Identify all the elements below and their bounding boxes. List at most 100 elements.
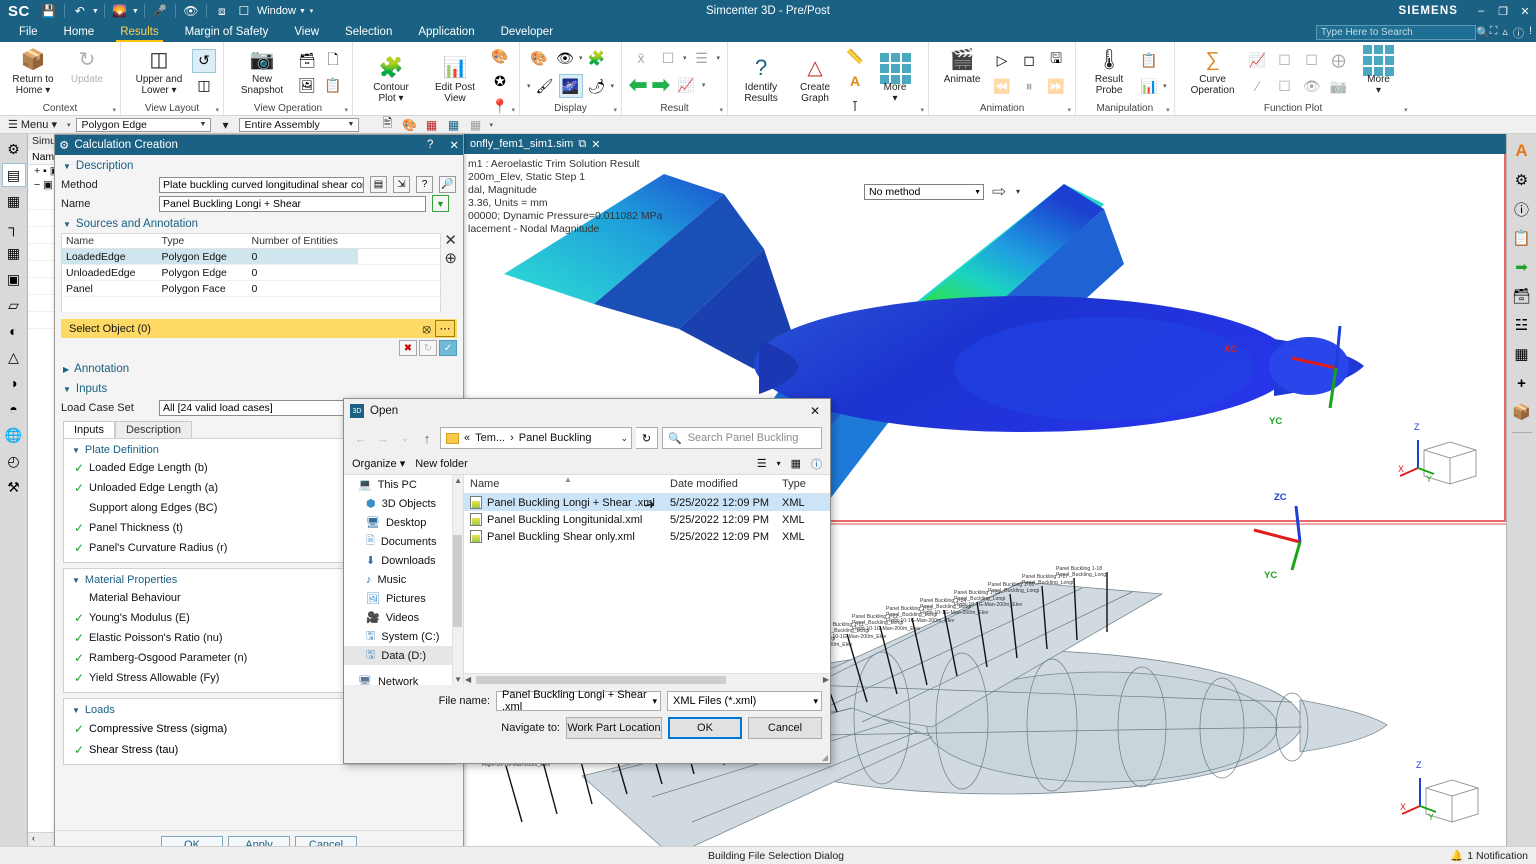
table-row[interactable]: LoadedEdge Polygon Edge 0	[62, 249, 441, 265]
help-icon[interactable]: ⓘ	[1509, 196, 1535, 222]
upper-and-lower-button[interactable]: ◫ Upper andLower ▾	[128, 45, 190, 101]
result-probe-button[interactable]: 🌡 ResultProbe	[1083, 45, 1135, 101]
sidebar-item-documents[interactable]: 🗎 Documents	[344, 532, 463, 551]
breadcrumb[interactable]: « Tem... › Panel Buckling ⌄	[440, 427, 632, 449]
arrow-right-icon[interactable]: ⇨	[992, 182, 1006, 202]
filetype-combo[interactable]: XML Files (*.xml) ▾	[667, 691, 822, 711]
annotation-text-icon[interactable]: A	[843, 69, 867, 93]
sidebar-item-music[interactable]: ♪ Music	[344, 570, 463, 589]
forward-icon[interactable]: →	[374, 429, 392, 447]
average-icon[interactable]: x̄	[629, 46, 653, 70]
save-icon[interactable]: 💾	[38, 1, 60, 21]
help-icon[interactable]: ⓘ	[811, 456, 822, 472]
chevron-down-icon[interactable]: ⌄	[620, 433, 628, 444]
selection-icons-chevron-down-icon[interactable]: ▾	[489, 121, 493, 129]
update-button[interactable]: ↻ Update	[61, 45, 113, 101]
dropdown-green-icon[interactable]: ▼	[432, 195, 449, 212]
last-frame-icon[interactable]: ⏩	[1044, 74, 1068, 98]
visibility-chevron-down-icon[interactable]: ▾	[579, 54, 583, 62]
close-button[interactable]: ✕	[1514, 0, 1536, 22]
tab-inputs[interactable]: Inputs	[63, 421, 115, 438]
close-tab-icon[interactable]: ✕	[591, 138, 600, 151]
table-row[interactable]: Panel Polygon Face 0	[62, 281, 441, 297]
reuse-library-icon[interactable]: ◐	[2, 319, 26, 343]
reset-icon[interactable]: ↻	[419, 340, 437, 356]
add-curve-icon[interactable]: ⨁	[1327, 48, 1351, 72]
organize-button[interactable]: Organize ▾	[352, 457, 405, 470]
scroll-up-icon[interactable]: ▲	[454, 476, 462, 485]
pause-icon[interactable]: ⏸	[1017, 74, 1041, 98]
minimize-button[interactable]: –	[1470, 0, 1492, 22]
eye-icon[interactable]: 👁	[180, 1, 202, 21]
remove-icon[interactable]: ✕	[444, 233, 457, 248]
tab-home[interactable]: Home	[51, 22, 108, 42]
results-navigator-icon[interactable]: ▦	[2, 241, 26, 265]
qat-overflow-icon[interactable]: ▾	[307, 7, 316, 15]
face-filter-icon[interactable]: 🖹	[379, 114, 395, 135]
accept-check-icon[interactable]: ✓	[439, 340, 457, 356]
sidebar-scrollbar[interactable]: ▲ ▼	[452, 475, 463, 685]
filter-funnel-icon[interactable]: ▾	[217, 118, 233, 132]
undo-icon[interactable]: ↶	[69, 1, 91, 21]
history-icon[interactable]: ◴	[2, 449, 26, 473]
help-icon[interactable]: ?	[416, 176, 433, 193]
display-left-chevron-icon[interactable]: ▾	[527, 82, 531, 90]
legend-icon[interactable]: 🎨	[527, 46, 551, 70]
menu-button[interactable]: ☰ Menu ▾	[4, 118, 61, 131]
process-studio-icon[interactable]: ⚒	[2, 475, 26, 499]
back-icon[interactable]: ←	[352, 429, 370, 447]
post-marker-icon[interactable]: 📍	[488, 94, 512, 118]
window-chevron-down-icon[interactable]: ▼	[298, 8, 307, 15]
post-template-icon[interactable]: 🎨	[488, 44, 512, 68]
tab-view[interactable]: View	[281, 22, 332, 42]
assembly-navigator-icon[interactable]: ▣	[2, 267, 26, 291]
new-snapshot-button[interactable]: 📷 NewSnapshot	[231, 45, 293, 101]
browse-icon[interactable]: 🔎	[439, 176, 456, 193]
preview-curve-icon[interactable]: 👁	[1300, 74, 1324, 98]
part-navigator-icon[interactable]: ▱	[2, 293, 26, 317]
import-icon[interactable]: ⇲	[393, 176, 410, 193]
scrollbar-thumb[interactable]	[476, 676, 726, 684]
curve-edit-icon[interactable]: 📈	[1246, 48, 1270, 72]
view-list-icon[interactable]: ☰	[757, 457, 767, 470]
method-combo[interactable]: No method ▼	[864, 184, 984, 200]
system-settings-icon[interactable]: ⚙	[2, 137, 26, 161]
new-folder-button[interactable]: New folder	[415, 458, 468, 470]
spreadsheet-icon[interactable]: ▦	[1509, 341, 1535, 367]
tab-description[interactable]: Description	[115, 421, 192, 438]
view-operation-dialog-launcher[interactable]: ▾	[344, 106, 348, 114]
color-cube-chevron-down-icon[interactable]: ▾	[611, 82, 615, 90]
mcr-icon[interactable]: ▤	[370, 176, 387, 193]
open-cancel-button[interactable]: Cancel	[748, 717, 822, 739]
copy-view-icon[interactable]: 🗋	[321, 49, 345, 73]
column-type[interactable]: Type	[776, 478, 830, 490]
selection-bar-overflow-icon[interactable]: ▾	[67, 121, 71, 129]
function-plot-dialog-launcher[interactable]: ▾	[1404, 106, 1408, 114]
result-dialog-launcher[interactable]: ▾	[720, 106, 724, 114]
post-style-icon[interactable]: ✪	[488, 69, 512, 93]
selection-scope-combo[interactable]: Entire Assembly ▼	[239, 118, 359, 132]
xy-fit-icon[interactable]: ☐	[1300, 48, 1324, 72]
sidebar-item-3d-objects[interactable]: ⬢ 3D Objects	[344, 494, 463, 513]
hd3d-tools-icon[interactable]: ◑	[2, 371, 26, 395]
view-image-icon[interactable]: 🖼	[295, 74, 319, 98]
report-icon[interactable]: 📋	[1509, 225, 1535, 251]
breadcrumb-current[interactable]: Panel Buckling	[519, 432, 592, 444]
section-sources-header[interactable]: ▼ Sources and Annotation	[55, 213, 463, 233]
export-anim-icon[interactable]: 🖫	[1044, 48, 1068, 72]
ellipsis-icon[interactable]: ⋯	[435, 320, 455, 337]
pin-tab-icon[interactable]: ⧉	[578, 138, 586, 151]
microphone-icon[interactable]: 🎤	[149, 1, 171, 21]
fullscreen-icon[interactable]: ⛶	[1490, 25, 1498, 41]
collapse-ribbon-icon[interactable]: ▵	[1502, 25, 1508, 41]
contour-plot-button[interactable]: 🧩 ContourPlot ▾	[360, 53, 422, 109]
color-filter-icon[interactable]: 🎨	[401, 118, 417, 132]
add-icon[interactable]: ⊕	[444, 251, 457, 266]
tools-dialog-launcher[interactable]: ▾	[921, 106, 925, 114]
file-list-horizontal-scrollbar[interactable]: ◀ ▶	[464, 673, 830, 685]
sidebar-item-desktop[interactable]: 🖥 Desktop	[344, 513, 463, 532]
select-object-bar[interactable]: Select Object (0) ⦻ ⋯	[61, 319, 457, 338]
previous-result-icon[interactable]: ⬅	[629, 72, 647, 98]
manipulation-chevron-down-icon[interactable]: ▾	[1163, 82, 1167, 90]
color-cube-icon[interactable]: 🌶	[585, 74, 609, 98]
